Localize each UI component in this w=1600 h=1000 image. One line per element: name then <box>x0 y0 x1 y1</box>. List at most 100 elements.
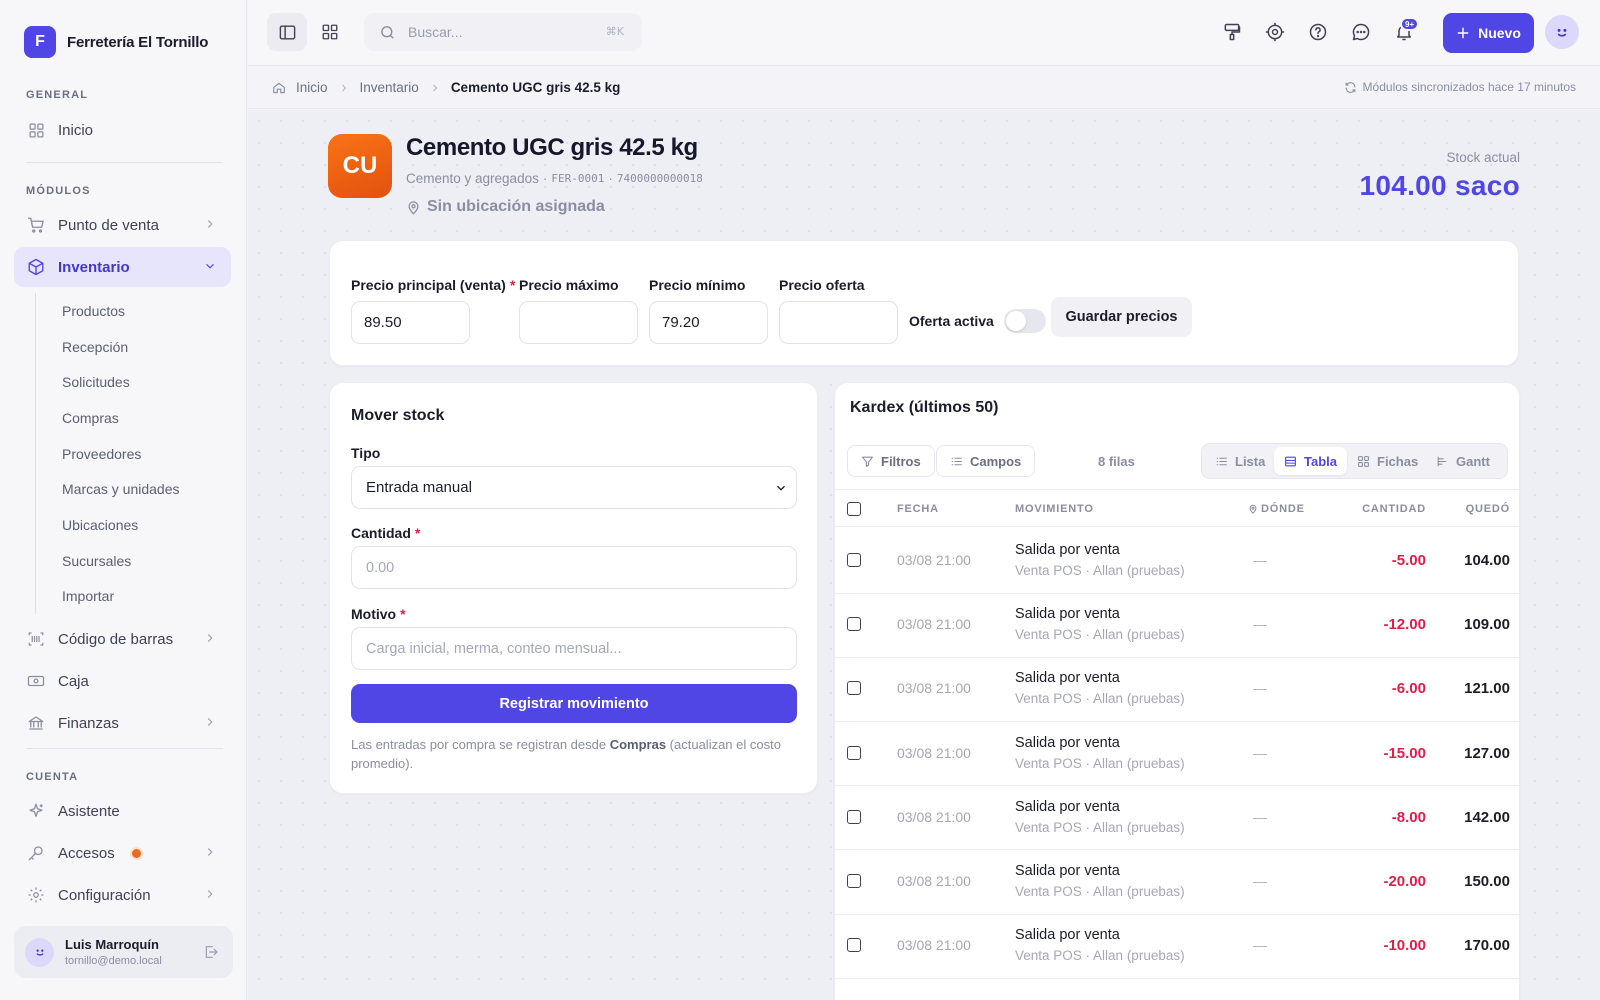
table-row[interactable]: 03/08 21:00 Salida por venta Venta POS · A… <box>835 721 1519 787</box>
main-price-input[interactable]: 89.50 <box>351 301 470 344</box>
stock-value: 104.00 saco <box>1359 170 1520 201</box>
table-row[interactable]: 03/08 21:00 Salida por venta Venta POS · A… <box>835 528 1519 594</box>
row-where: — <box>1253 616 1267 633</box>
required-mark: * <box>509 277 516 293</box>
offer-active-toggle[interactable] <box>1003 309 1046 333</box>
min-price-input[interactable]: 79.20 <box>649 301 768 344</box>
new-button[interactable]: Nuevo <box>1443 13 1534 53</box>
quantity-input[interactable]: 0.00 <box>351 546 797 589</box>
row-movement-detail: Venta POS · Allan (pruebas) <box>1015 884 1185 899</box>
col-cantidad[interactable]: CANTIDAD <box>1362 503 1426 515</box>
row-checkbox[interactable] <box>847 681 861 696</box>
apps-button[interactable] <box>310 13 350 51</box>
move-stock-card: Mover stock Tipo Entrada manual Cantidad… <box>329 382 818 794</box>
row-movement-title: Salida por venta <box>1015 606 1120 623</box>
row-checkbox[interactable] <box>847 809 861 824</box>
sidebar-item-asistente[interactable]: Asistente <box>14 791 231 831</box>
sidebar-item-caja[interactable]: Caja <box>14 661 231 701</box>
subnav-item-proveedores[interactable]: Proveedores <box>36 436 225 472</box>
col-quedo[interactable]: QUEDÓ <box>1466 503 1510 515</box>
help-icon[interactable] <box>1308 22 1328 42</box>
breadcrumb-home[interactable]: Inicio <box>296 80 328 95</box>
table-row[interactable]: 03/08 21:00 Salida por venta Venta POS · A… <box>835 913 1519 979</box>
sidebar-item-finanzas[interactable]: Finanzas <box>14 703 231 743</box>
row-checkbox[interactable] <box>847 553 861 567</box>
row-remaining: 150.00 <box>1464 873 1510 890</box>
row-quantity: -5.00 <box>1391 552 1426 569</box>
user-card[interactable]: Luis Marroquín tornillo@demo.local <box>14 926 233 978</box>
filters-button[interactable]: Filtros <box>847 445 935 477</box>
row-movement-title: Salida por venta <box>1015 670 1120 687</box>
subnav-item-solicitudes[interactable]: Solicitudes <box>36 364 225 400</box>
subnav-item-recepcion[interactable]: Recepción <box>36 329 225 365</box>
logout-icon[interactable] <box>203 944 219 960</box>
sidebar-toggle-icon <box>278 23 297 42</box>
meta-separator: · <box>608 171 613 186</box>
chevron-right-icon <box>203 217 217 231</box>
filters-label: Filtros <box>881 453 921 469</box>
chat-icon[interactable] <box>1351 22 1371 42</box>
subnav-item-importar[interactable]: Importar <box>36 579 225 615</box>
row-checkbox[interactable] <box>847 617 861 632</box>
sidebar-item-punto-de-venta[interactable]: Punto de venta <box>14 205 231 245</box>
row-checkbox[interactable] <box>847 745 861 760</box>
chevron-right-icon <box>203 887 217 901</box>
row-movement-detail: Venta POS · Allan (pruebas) <box>1015 627 1185 643</box>
max-price-label: Precio máximo <box>519 277 619 293</box>
subnav-item-productos[interactable]: Productos <box>36 293 225 329</box>
sidebar-item-codigo-de-barras[interactable]: Código de barras <box>14 619 231 659</box>
product-meta: Cemento y agregados · FER-0001 · 7400000… <box>406 171 703 186</box>
view-fichas[interactable]: Fichas <box>1347 447 1428 475</box>
main-price-label: Precio principal (venta) <box>351 277 506 293</box>
subnav-item-sucursales[interactable]: Sucursales <box>36 543 225 579</box>
avatar[interactable] <box>1545 15 1579 49</box>
paint-roller-icon[interactable] <box>1222 22 1242 42</box>
breadcrumb-inventario[interactable]: Inventario <box>360 80 419 95</box>
max-price-field: Precio máximo <box>519 277 638 344</box>
subnav-item-marcas[interactable]: Marcas y unidades <box>36 471 225 507</box>
col-fecha[interactable]: FECHA <box>897 503 939 515</box>
new-button-label: Nuevo <box>1478 25 1521 41</box>
product-location: Sin ubicación asignada <box>406 198 605 216</box>
cart-icon <box>27 216 45 234</box>
register-movement-button[interactable]: Registrar movimiento <box>351 684 797 723</box>
subnav-item-ubicaciones[interactable]: Ubicaciones <box>36 507 225 543</box>
type-select[interactable]: Entrada manual <box>351 466 797 509</box>
table-row[interactable]: 03/08 21:00 Salida por venta Venta POS · A… <box>835 849 1519 915</box>
chevron-right-icon <box>203 715 217 729</box>
view-lista[interactable]: Lista <box>1205 447 1275 475</box>
view-label: Tabla <box>1304 453 1337 469</box>
row-date: 03/08 21:00 <box>897 873 971 889</box>
sidebar-item-configuracion[interactable]: Configuración <box>14 875 231 915</box>
notifications-badge: 9+ <box>1400 17 1420 31</box>
col-movimiento[interactable]: MOVIMIENTO <box>1015 503 1094 515</box>
subnav-item-compras[interactable]: Compras <box>36 400 225 436</box>
max-price-input[interactable] <box>519 301 638 344</box>
row-checkbox[interactable] <box>847 938 861 953</box>
sparkle-icon <box>27 802 45 820</box>
search-input[interactable]: Buscar... ⌘K <box>364 13 642 51</box>
col-donde[interactable]: DÓNDE <box>1248 503 1305 515</box>
table-row[interactable]: 03/08 21:00 Salida por venta Venta POS · A… <box>835 785 1519 851</box>
view-gantt[interactable]: Gantt <box>1426 447 1500 475</box>
sidebar-item-inicio[interactable]: Inicio <box>14 110 231 150</box>
offer-price-input[interactable] <box>779 301 898 344</box>
breadcrumb-current: Cemento UGC gris 42.5 kg <box>450 80 621 95</box>
select-all-checkbox[interactable] <box>847 502 861 516</box>
save-prices-button[interactable]: Guardar precios <box>1051 297 1192 337</box>
row-checkbox[interactable] <box>847 874 861 888</box>
reason-input[interactable]: Carga inicial, merma, conteo mensual... <box>351 627 797 670</box>
offer-price-label: Precio oferta <box>779 277 865 293</box>
toggle-sidebar-button[interactable] <box>267 13 307 51</box>
sidebar-item-inventario[interactable]: Inventario <box>14 247 231 287</box>
view-tabla[interactable]: Tabla <box>1274 447 1347 475</box>
sidebar-item-accesos[interactable]: Accesos <box>14 833 231 873</box>
gear-icon[interactable] <box>1265 22 1285 42</box>
purchases-link[interactable]: Compras <box>610 737 666 752</box>
meta-separator: · <box>542 171 548 186</box>
fields-button[interactable]: Campos <box>936 445 1036 477</box>
reason-label-group: Motivo * <box>351 606 406 622</box>
table-row[interactable]: 03/08 21:00 Salida por venta Venta POS · A… <box>835 656 1519 722</box>
brand[interactable]: F Ferretería El Tornillo <box>24 26 208 58</box>
table-row[interactable]: 03/08 21:00 Salida por venta Venta POS · A… <box>835 592 1519 658</box>
